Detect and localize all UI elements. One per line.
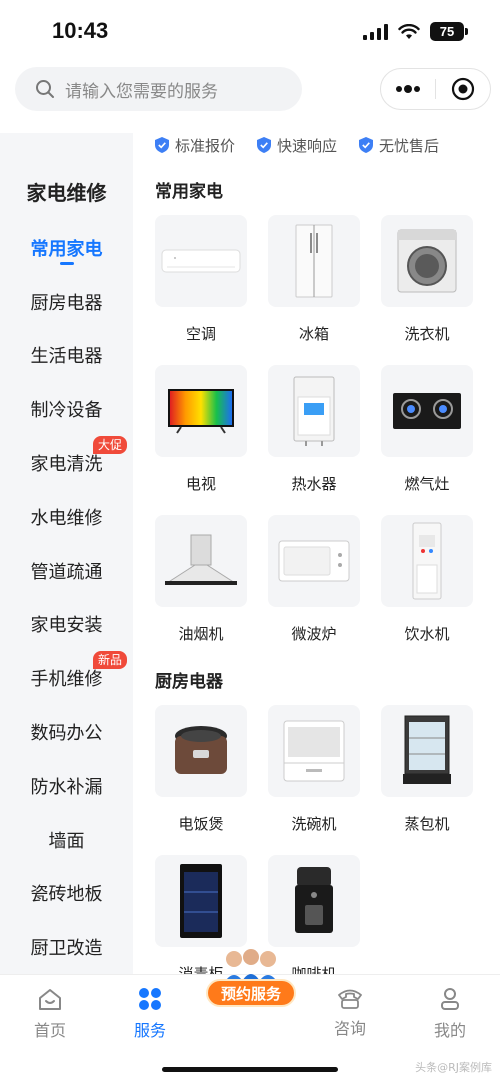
home-icon: [39, 989, 61, 1010]
battery-icon: 75: [430, 22, 468, 41]
sidebar-item-tiles-floors[interactable]: 瓷砖地板: [0, 867, 133, 921]
target-icon: [451, 77, 475, 101]
sidebar-item-waterproofing[interactable]: 防水补漏: [0, 759, 133, 813]
services-icon: [139, 988, 161, 1010]
tab-profile[interactable]: 我的: [410, 987, 490, 1041]
shield-check-icon: [359, 137, 374, 153]
service-tile-microwave[interactable]: 微波炉: [268, 515, 360, 665]
wifi-icon: [398, 23, 420, 39]
service-tile-water-heater[interactable]: 热水器: [268, 365, 360, 515]
more-dots-icon: [396, 85, 420, 93]
guarantee-standard-price: 标准报价: [155, 135, 235, 156]
sidebar-item-appliance-installation[interactable]: 家电安装: [0, 598, 133, 652]
sidebar-item-kitchen-appliances[interactable]: 厨房电器: [0, 275, 133, 329]
sidebar-item-plumbing-electrical[interactable]: 水电维修: [0, 490, 133, 544]
air-conditioner-icon: [161, 249, 241, 273]
service-tile-rice-cooker[interactable]: 电饭煲: [155, 705, 247, 855]
profile-icon: [441, 988, 459, 1010]
bun-steamer-icon: [403, 715, 451, 784]
gas-stove-icon: [393, 393, 461, 429]
tab-services[interactable]: 服务: [110, 987, 190, 1041]
sidebar-item-digital-office[interactable]: 数码办公: [0, 705, 133, 759]
status-time: 10:43: [52, 18, 109, 43]
promo-badge: 大促: [92, 436, 127, 455]
tab-home[interactable]: 首页: [10, 987, 90, 1041]
signal-icon: [363, 23, 388, 40]
sidebar-item-pipe-unclogging[interactable]: 管道疏通: [0, 544, 133, 598]
sidebar-item-living-appliances[interactable]: 生活电器: [0, 329, 133, 383]
battery-level: 75: [430, 22, 464, 41]
service-tile-gas-stove[interactable]: 燃气灶: [381, 365, 473, 515]
book-service-button[interactable]: 预约服务: [206, 947, 296, 1013]
rice-cooker-icon: [175, 726, 227, 774]
kitchen-appliances-grid: 电饭煲 洗碗机 蒸包机 消毒柜 咖啡机: [133, 705, 500, 974]
range-hood-icon: [165, 534, 237, 585]
search-icon: [36, 80, 54, 98]
book-service-label: 预约服务: [206, 979, 296, 1007]
sidebar-item-kitchen-bath-renovation[interactable]: 厨卫改造: [0, 920, 133, 974]
service-tile-dishwasher[interactable]: 洗碗机: [268, 705, 360, 855]
status-bar: 10:43 75: [0, 0, 500, 62]
sidebar-header: 家电维修: [26, 180, 107, 205]
guarantee-fast-response: 快速响应: [257, 135, 337, 156]
coffee-machine-icon: [295, 867, 333, 933]
sidebar-item-common-appliances[interactable]: 常用家电: [0, 221, 133, 275]
status-icons: 75: [363, 22, 468, 41]
search-input[interactable]: 请输入您需要的服务: [15, 67, 302, 111]
search-placeholder: 请输入您需要的服务: [65, 81, 218, 102]
common-appliances-grid: 空调 冰箱 洗衣机 电视 热水器 燃气灶 油烟机 微波炉 饮水机: [133, 215, 500, 665]
service-tile-television[interactable]: 电视: [155, 365, 247, 515]
home-indicator: [162, 1067, 338, 1072]
service-tile-range-hood[interactable]: 油烟机: [155, 515, 247, 665]
sidebar-item-refrigeration[interactable]: 制冷设备: [0, 382, 133, 436]
new-badge: 新品: [92, 651, 127, 670]
guarantee-bar: 标准报价 快速响应 无忧售后: [133, 133, 500, 157]
water-heater-icon: [293, 376, 335, 446]
staff-avatars-icon: [224, 949, 278, 983]
section-title-common: 常用家电: [155, 182, 223, 202]
refrigerator-icon: [295, 224, 333, 298]
more-button[interactable]: [381, 69, 435, 109]
shield-check-icon: [257, 137, 272, 153]
guarantee-after-sales: 无忧售后: [359, 135, 439, 156]
sidebar-item-appliance-cleaning[interactable]: 家电清洗 大促: [0, 436, 133, 490]
miniprogram-capsule: [380, 68, 491, 110]
service-tile-water-dispenser[interactable]: 饮水机: [381, 515, 473, 665]
phone-icon: [338, 989, 362, 1009]
dishwasher-icon: [283, 720, 345, 782]
microwave-icon: [278, 540, 350, 582]
washing-machine-icon: [397, 229, 457, 293]
water-dispenser-icon: [412, 522, 442, 600]
shield-check-icon: [155, 137, 169, 153]
section-title-kitchen: 厨房电器: [155, 672, 223, 692]
service-tile-refrigerator[interactable]: 冰箱: [268, 215, 360, 365]
sterilizer-cabinet-icon: [180, 864, 222, 938]
bottom-tabbar: 首页 服务 预约服务 咨询 我的 头条@RJ案例库: [0, 949, 500, 1082]
service-content: 标准报价 快速响应 无忧售后 常用家电 空调 冰箱 洗衣机 电视 热水器 燃气灶…: [133, 133, 500, 974]
search-row: 请输入您需要的服务: [0, 67, 500, 111]
television-icon: [168, 389, 234, 434]
sidebar-item-phone-repair[interactable]: 手机维修 新品: [0, 651, 133, 705]
service-tile-washing-machine[interactable]: 洗衣机: [381, 215, 473, 365]
watermark: 头条@RJ案例库: [415, 1061, 492, 1074]
category-sidebar: 家电维修 常用家电 厨房电器 生活电器 制冷设备 家电清洗 大促 水电维修 管道…: [0, 133, 133, 974]
tab-consult[interactable]: 咨询: [310, 987, 390, 1039]
sidebar-item-walls[interactable]: 墙面: [0, 813, 133, 867]
close-miniprogram-button[interactable]: [436, 69, 490, 109]
service-tile-bun-steamer[interactable]: 蒸包机: [381, 705, 473, 855]
service-tile-air-conditioner[interactable]: 空调: [155, 215, 247, 365]
